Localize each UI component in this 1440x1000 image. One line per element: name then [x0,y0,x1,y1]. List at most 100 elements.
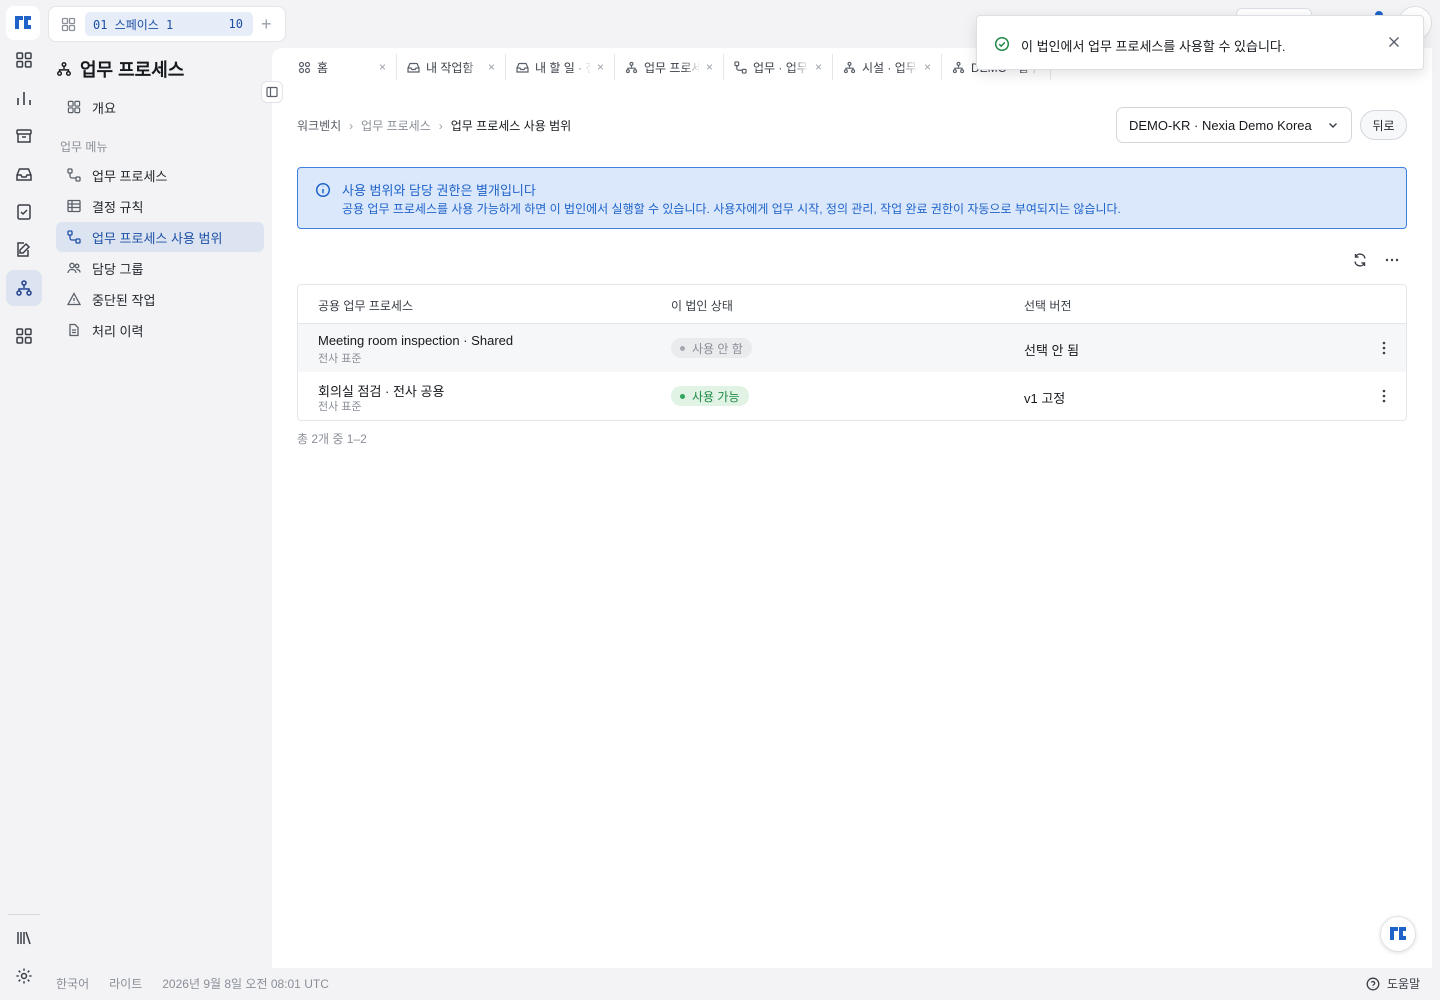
archive-icon[interactable] [6,118,42,154]
inbox-icon [407,61,420,74]
sidebar-item-groups[interactable]: 담당 그룹 [56,253,264,283]
status-dot [680,345,685,351]
tab-approvals[interactable]: 내 할 일 · 전자결재 × [506,54,615,80]
sidebar-item-processes[interactable]: 업무 프로세스 [56,160,264,190]
refresh-icon[interactable] [1348,248,1372,272]
sidebar-item-label: 업무 프로세스 [92,168,168,184]
tab-home[interactable]: 홈 × [288,54,397,80]
hierarchy-icon [952,61,965,74]
sidebar-item-suspended[interactable]: 중단된 작업 [56,284,264,314]
tab-label: 업무 · 업무 프로세스 [753,60,809,75]
tab-label: 내 작업함 [426,60,474,75]
workspace-bar: 01 스페이스 1 10 + [48,6,286,42]
process-hierarchy-icon [56,61,72,77]
sidebar-item-label: 업무 프로세스 사용 범위 [92,230,223,246]
close-icon[interactable]: × [488,60,495,74]
table-row[interactable]: 회의실 점검 · 전사 공용 전사 표준 사용 가능 v1 고정 [298,372,1406,420]
status-label: 사용 안 함 [692,341,743,356]
tab-processes[interactable]: 업무 프로세스 × [615,54,724,80]
sidebar-item-overview[interactable]: 개요 [56,92,264,122]
library-icon[interactable] [6,920,42,956]
back-button[interactable]: 뒤로 [1360,110,1407,140]
more-vertical-icon[interactable] [1374,336,1394,360]
secondary-sidebar: 업무 프로세스 개요 업무 메뉴 업무 프로세스 결정 규칙 업무 프로세스 사… [48,48,272,960]
toast-message: 이 법인에서 업무 프로세스를 사용할 수 있습니다. [1021,39,1286,54]
sidebar-item-label: 개요 [92,100,116,116]
sidebar-item-usage-scope[interactable]: 업무 프로세스 사용 범위 [56,222,264,252]
inbox-icon[interactable] [6,156,42,192]
sidebar-item-decision-rules[interactable]: 결정 규칙 [56,191,264,221]
inbox-icon [516,61,529,74]
rail-divider [8,914,40,915]
datetime-display: 2026년 9월 8일 오전 08:01 UTC [162,977,329,991]
toast-notification: 이 법인에서 업무 프로세스를 사용할 수 있습니다. [976,15,1424,70]
breadcrumb-current: 업무 프로세스 사용 범위 [450,119,572,133]
status-dot [680,393,685,399]
tab-my-tasks[interactable]: 내 작업함 × [397,54,506,80]
chevron-right-icon: › [438,118,443,133]
more-horizontal-icon[interactable] [1380,248,1404,272]
column-header-status[interactable]: 이 법인 상태 [671,297,733,314]
info-banner: 사용 범위와 담당 권한은 별개입니다 공용 업무 프로세스를 사용 가능하게 … [297,167,1407,229]
workspace-grid-icon[interactable] [55,11,81,37]
users-icon [66,260,82,276]
more-vertical-icon[interactable] [1374,384,1394,408]
app-rail [0,0,48,1000]
table-icon [66,198,82,214]
check-circle-icon [994,36,1010,52]
sidebar-collapse-button[interactable] [261,81,283,103]
selected-version: v1 고정 [1024,391,1066,406]
hierarchy-icon [843,61,856,74]
process-hierarchy-icon[interactable] [6,270,42,306]
entity-select[interactable]: DEMO-KR · Nexia Demo Korea [1116,107,1352,143]
assistant-logo-icon[interactable] [1380,916,1416,952]
column-header-process[interactable]: 공용 업무 프로세스 [318,297,413,314]
warning-icon [66,291,82,307]
close-icon[interactable]: × [379,60,386,74]
close-icon[interactable]: × [815,60,822,74]
language-selector[interactable]: 한국어 [56,975,89,992]
sidebar-item-label: 담당 그룹 [92,261,144,277]
home-icon [298,61,311,74]
task-check-icon[interactable] [6,194,42,230]
workspace-label: 01 스페이스 1 [93,17,174,32]
settings-gear-icon[interactable] [6,958,42,994]
info-title: 사용 범위와 담당 권한은 별개입니다 [342,183,536,198]
help-button[interactable]: 도움말 [1366,975,1420,992]
breadcrumb-mid[interactable]: 업무 프로세스 [361,117,431,134]
process-scope: 전사 표준 [318,353,362,365]
theme-selector[interactable]: 라이트 [109,975,142,992]
tab-label: 홈 [317,60,329,75]
close-icon[interactable]: × [706,60,713,74]
edit-document-icon[interactable] [6,232,42,268]
close-icon[interactable] [1387,35,1401,49]
selected-version: 선택 안 됨 [1024,343,1080,358]
breadcrumb-root[interactable]: 워크벤치 [297,117,341,134]
column-header-version[interactable]: 선택 버전 [1024,297,1072,314]
sidebar-item-label: 처리 이력 [92,323,144,339]
chevron-right-icon: › [349,118,354,133]
sidebar-title: 업무 프로세스 [56,56,184,82]
tab-process-work[interactable]: 업무 · 업무 프로세스 × [724,54,833,80]
help-circle-icon [1366,977,1380,991]
app-logo-icon[interactable] [6,6,40,40]
workspace-count: 10 [228,17,243,31]
workflow-icon [66,167,82,183]
tab-facility[interactable]: 시설 · 업무 프로세스 × [833,54,942,80]
sidebar-item-label: 결정 규칙 [92,199,144,215]
status-footer: 한국어 라이트 2026년 9월 8일 오전 08:01 UTC [56,975,329,992]
add-workspace-button[interactable]: + [261,15,272,33]
table-row[interactable]: Meeting room inspection · Shared 전사 표준 사… [298,324,1406,372]
apps-grid-icon[interactable] [6,42,42,78]
workspace-chip[interactable]: 01 스페이스 1 10 [85,12,253,36]
sidebar-item-history[interactable]: 처리 이력 [56,315,264,345]
pagination-summary: 총 2개 중 1–2 [297,432,367,446]
status-label: 사용 가능 [692,389,740,404]
chart-icon[interactable] [6,80,42,116]
close-icon[interactable]: × [924,60,931,74]
close-icon[interactable]: × [597,60,604,74]
hierarchy-icon [625,61,638,74]
help-label: 도움말 [1387,977,1421,991]
modules-grid-icon[interactable] [6,318,42,354]
tab-label: 내 할 일 · 전자결재 [535,60,591,75]
